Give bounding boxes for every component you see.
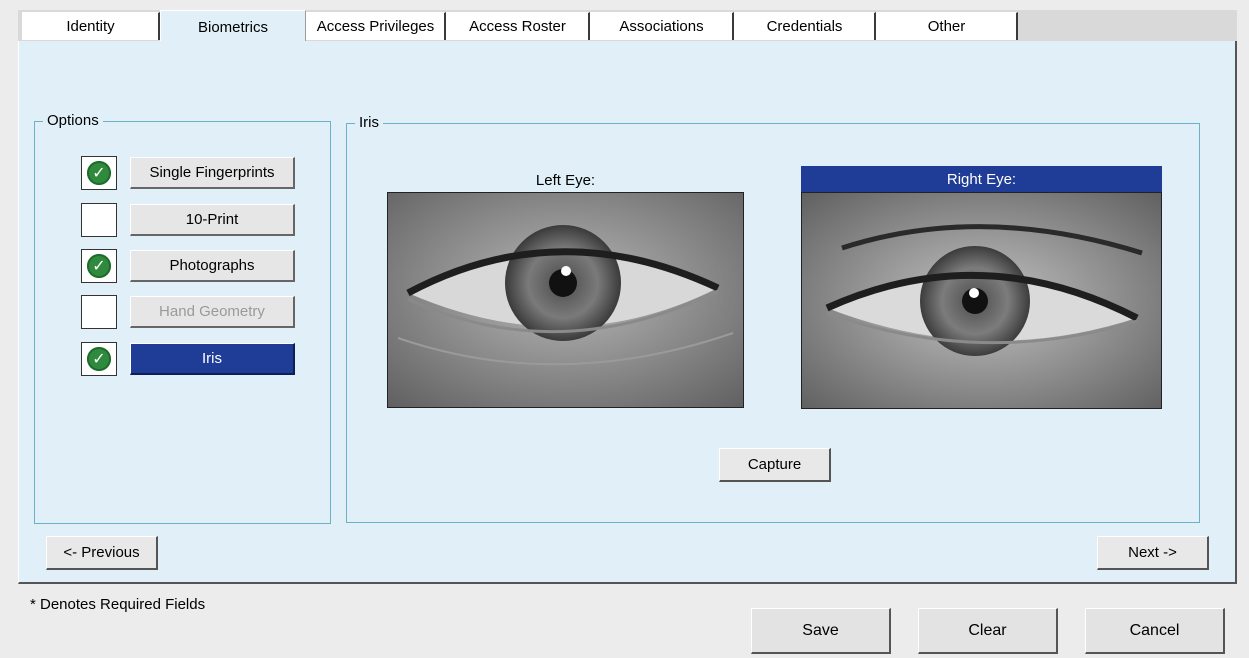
tab-biometrics[interactable]: Biometrics	[160, 10, 306, 43]
left-eye-image	[387, 192, 744, 408]
iris-checkbox[interactable]: ✓	[81, 342, 117, 376]
clear-button[interactable]: Clear	[918, 608, 1058, 654]
iris-button[interactable]: Iris	[130, 343, 295, 375]
tab-credentials[interactable]: Credentials	[734, 12, 876, 40]
single-fingerprints-checkbox[interactable]: ✓	[81, 156, 117, 190]
left-eye-photo	[388, 193, 743, 407]
check-icon: ✓	[87, 161, 111, 185]
right-eye-photo	[802, 193, 1161, 408]
options-group-title: Options	[43, 112, 103, 130]
cancel-button[interactable]: Cancel	[1085, 608, 1225, 654]
single-fingerprints-button[interactable]: Single Fingerprints	[130, 157, 295, 189]
tab-access-privileges[interactable]: Access Privileges	[306, 12, 446, 40]
tab-associations[interactable]: Associations	[590, 12, 734, 40]
iris-group-title: Iris	[355, 114, 383, 132]
tab-access-roster[interactable]: Access Roster	[446, 12, 590, 40]
check-icon: ✓	[87, 254, 111, 278]
photographs-button[interactable]: Photographs	[130, 250, 295, 282]
previous-button[interactable]: <- Previous	[46, 536, 158, 570]
save-button[interactable]: Save	[751, 608, 891, 654]
required-fields-note: * Denotes Required Fields	[30, 596, 206, 613]
left-eye-label: Left Eye:	[535, 171, 596, 189]
capture-button[interactable]: Capture	[719, 448, 831, 482]
hand-geometry-checkbox[interactable]	[81, 295, 117, 329]
ten-print-checkbox[interactable]	[81, 203, 117, 237]
photographs-checkbox[interactable]: ✓	[81, 249, 117, 283]
right-eye-image	[801, 192, 1162, 409]
tab-other[interactable]: Other	[876, 12, 1018, 40]
hand-geometry-button[interactable]: Hand Geometry	[130, 296, 295, 328]
check-icon: ✓	[87, 347, 111, 371]
next-button[interactable]: Next ->	[1097, 536, 1209, 570]
tab-identity[interactable]: Identity	[22, 12, 160, 40]
ten-print-button[interactable]: 10-Print	[130, 204, 295, 236]
right-eye-label[interactable]: Right Eye:	[801, 166, 1162, 192]
